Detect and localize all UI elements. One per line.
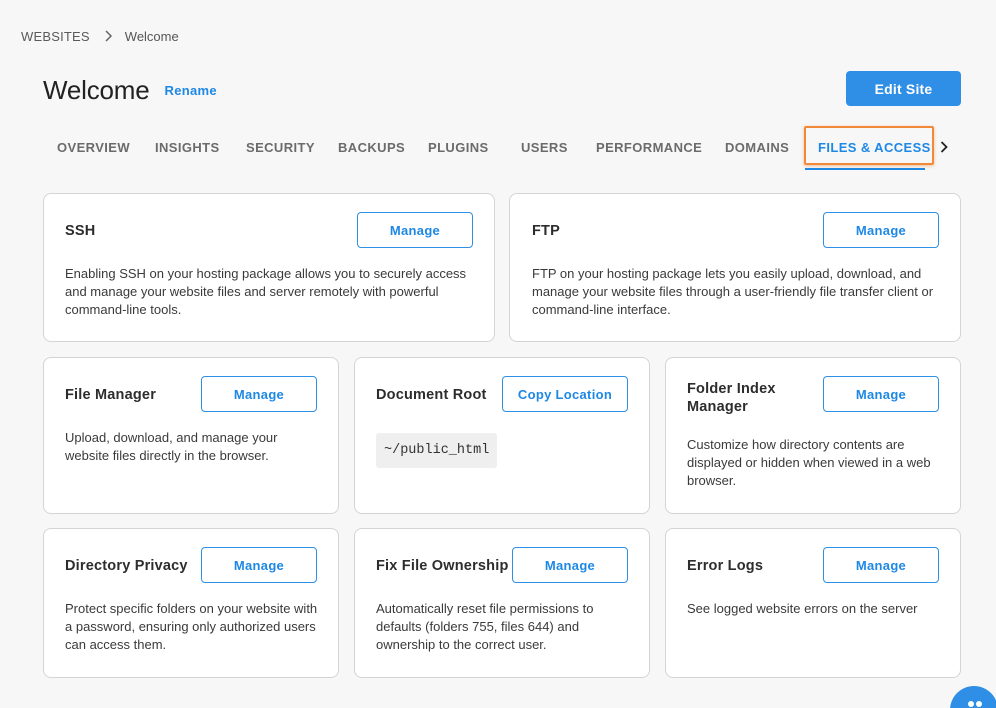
chat-icon (968, 701, 982, 707)
document-root-card: Document Root Copy Location ~/public_htm… (354, 357, 650, 514)
ssh-manage-button[interactable]: Manage (357, 212, 473, 248)
fix-ownership-manage-button[interactable]: Manage (512, 547, 628, 583)
page-title: Welcome (43, 74, 150, 105)
active-tab-underline (805, 168, 925, 170)
copy-location-button[interactable]: Copy Location (502, 376, 628, 412)
directory-privacy-manage-button[interactable]: Manage (201, 547, 317, 583)
chevron-right-icon (940, 141, 948, 153)
directory-privacy-title: Directory Privacy (65, 558, 188, 574)
title-row: Welcome Rename (43, 72, 217, 108)
folder-index-manage-button[interactable]: Manage (823, 376, 939, 412)
page: WEBSITES Welcome Welcome Rename Edit Sit… (0, 0, 996, 708)
file-manager-title: File Manager (65, 387, 157, 403)
document-root-path: ~/public_html (376, 433, 498, 468)
chat-button[interactable] (950, 686, 996, 708)
document-root-title: Document Root (376, 387, 487, 403)
error-logs-title: Error Logs (687, 558, 764, 574)
directory-privacy-description: Protect specific folders on your website… (65, 601, 318, 652)
tab-security[interactable]: SECURITY (246, 128, 315, 166)
file-manager-description: Upload, download, and manage your websit… (65, 430, 278, 463)
ftp-title: FTP (532, 223, 560, 239)
ftp-description: FTP on your hosting package lets you eas… (532, 266, 934, 317)
directory-privacy-card: Directory Privacy Manage Protect specifi… (43, 528, 339, 678)
ssh-title: SSH (65, 223, 96, 239)
fix-ownership-description: Automatically reset file permissions to … (376, 601, 594, 652)
fix-ownership-card: Fix File Ownership Manage Automatically … (354, 528, 650, 678)
tab-files-access[interactable]: FILES & ACCESS (818, 128, 931, 166)
tab-insights[interactable]: INSIGHTS (155, 128, 220, 166)
tab-performance[interactable]: PERFORMANCE (596, 128, 702, 166)
file-manager-manage-button[interactable]: Manage (201, 376, 317, 412)
folder-index-title: Folder Index Manager (687, 381, 776, 415)
tab-users[interactable]: USERS (521, 128, 568, 166)
folder-index-card: Folder Index Manager Manage Customize ho… (665, 357, 961, 514)
tab-backups[interactable]: BACKUPS (338, 128, 405, 166)
error-logs-manage-button[interactable]: Manage (823, 547, 939, 583)
fix-ownership-title: Fix File Ownership (376, 558, 509, 574)
breadcrumb-current: Welcome (124, 28, 179, 44)
edit-site-button[interactable]: Edit Site (846, 71, 961, 106)
tabs-scroll-right-button[interactable] (936, 137, 952, 157)
error-logs-description: See logged website errors on the server (687, 601, 918, 616)
error-logs-card: Error Logs Manage See logged website err… (665, 528, 961, 678)
breadcrumb: WEBSITES Welcome (21, 27, 179, 45)
tab-overview[interactable]: OVERVIEW (57, 128, 130, 166)
tab-domains[interactable]: DOMAINS (725, 128, 789, 166)
ftp-manage-button[interactable]: Manage (823, 212, 939, 248)
breadcrumb-websites-link[interactable]: WEBSITES (21, 29, 90, 44)
folder-index-description: Customize how directory contents are dis… (687, 437, 931, 488)
rename-link[interactable]: Rename (165, 83, 217, 98)
tab-bar: OVERVIEW INSIGHTS SECURITY BACKUPS PLUGI… (43, 126, 961, 170)
ssh-card: SSH Manage Enabling SSH on your hosting … (43, 193, 495, 342)
ftp-card: FTP Manage FTP on your hosting package l… (509, 193, 961, 342)
chevron-right-icon (104, 30, 113, 42)
tab-plugins[interactable]: PLUGINS (428, 128, 489, 166)
file-manager-card: File Manager Manage Upload, download, an… (43, 357, 339, 514)
ssh-description: Enabling SSH on your hosting package all… (65, 266, 467, 317)
